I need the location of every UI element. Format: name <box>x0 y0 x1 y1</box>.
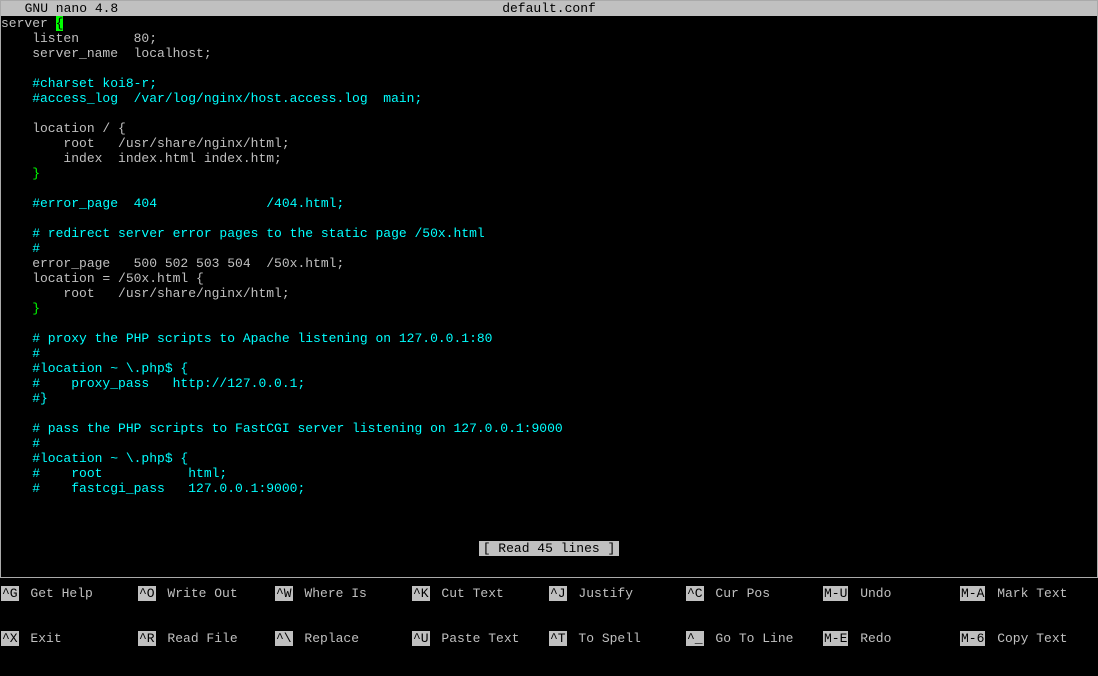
shortcut-label: Where Is <box>297 586 367 601</box>
status-message: [ Read 45 lines ] <box>479 541 620 556</box>
code-line: #charset koi8-r; <box>1 76 1097 91</box>
shortcut-item[interactable]: ^G Get Help <box>1 586 138 601</box>
code-line: root /usr/share/nginx/html; <box>1 286 1097 301</box>
code-line: } <box>1 166 1097 181</box>
shortcut-key: ^T <box>549 631 567 646</box>
code-line: # <box>1 346 1097 361</box>
shortcut-label: Write Out <box>160 586 238 601</box>
code-line: # pass the PHP scripts to FastCGI server… <box>1 421 1097 436</box>
filename: default.conf <box>502 1 596 16</box>
shortcut-item[interactable]: ^J Justify <box>549 586 686 601</box>
shortcut-label: Copy Text <box>989 631 1067 646</box>
editor-area[interactable]: server { listen 80; server_name localhos… <box>1 16 1097 541</box>
shortcut-label: Exit <box>23 631 62 646</box>
shortcut-item[interactable]: M-U Undo <box>823 586 960 601</box>
code-line <box>1 406 1097 421</box>
shortcut-label: Redo <box>852 631 891 646</box>
shortcut-label: Get Help <box>23 586 93 601</box>
shortcut-key: ^K <box>412 586 430 601</box>
code-line: #location ~ \.php$ { <box>1 451 1097 466</box>
shortcut-key: M-A <box>960 586 985 601</box>
code-line <box>1 316 1097 331</box>
code-line: # root html; <box>1 466 1097 481</box>
shortcut-label: Cur Pos <box>708 586 770 601</box>
shortcut-label: Paste Text <box>434 631 520 646</box>
shortcut-key: ^_ <box>686 631 704 646</box>
shortcut-label: Read File <box>160 631 238 646</box>
code-line <box>1 211 1097 226</box>
shortcut-key: ^U <box>412 631 430 646</box>
code-line: # fastcgi_pass 127.0.0.1:9000; <box>1 481 1097 496</box>
shortcut-item[interactable]: ^\ Replace <box>275 631 412 646</box>
shortcut-label: To Spell <box>571 631 641 646</box>
shortcut-label: Replace <box>297 631 359 646</box>
code-line <box>1 106 1097 121</box>
code-line: location / { <box>1 121 1097 136</box>
shortcut-key: ^W <box>275 586 293 601</box>
shortcut-key: ^\ <box>275 631 293 646</box>
shortcut-item[interactable]: ^C Cur Pos <box>686 586 823 601</box>
code-line: #location ~ \.php$ { <box>1 361 1097 376</box>
shortcut-key: ^G <box>1 586 19 601</box>
shortcut-key: ^C <box>686 586 704 601</box>
shortcut-item[interactable]: ^_ Go To Line <box>686 631 823 646</box>
shortcut-item[interactable]: ^W Where Is <box>275 586 412 601</box>
code-line: server_name localhost; <box>1 46 1097 61</box>
code-line: # redirect server error pages to the sta… <box>1 226 1097 241</box>
code-line: #access_log /var/log/nginx/host.access.l… <box>1 91 1097 106</box>
code-line: error_page 500 502 503 504 /50x.html; <box>1 256 1097 271</box>
code-line: server { <box>1 16 1097 31</box>
shortcut-row-2: ^X Exit^R Read File^\ Replace^U Paste Te… <box>1 631 1097 646</box>
shortcut-item[interactable]: M-A Mark Text <box>960 586 1097 601</box>
status-line: [ Read 45 lines ] <box>1 541 1097 556</box>
shortcut-item[interactable]: ^K Cut Text <box>412 586 549 601</box>
shortcut-item[interactable]: ^T To Spell <box>549 631 686 646</box>
shortcut-key: ^O <box>138 586 156 601</box>
shortcut-item[interactable]: ^R Read File <box>138 631 275 646</box>
code-line: #error_page 404 /404.html; <box>1 196 1097 211</box>
code-line: # <box>1 241 1097 256</box>
code-line <box>1 61 1097 76</box>
code-line: # proxy the PHP scripts to Apache listen… <box>1 331 1097 346</box>
code-line: # proxy_pass http://127.0.0.1; <box>1 376 1097 391</box>
code-line: location = /50x.html { <box>1 271 1097 286</box>
shortcut-key: M-6 <box>960 631 985 646</box>
shortcut-bar: ^G Get Help^O Write Out^W Where Is^K Cut… <box>1 556 1097 676</box>
shortcut-label: Undo <box>852 586 891 601</box>
shortcut-key: M-E <box>823 631 848 646</box>
code-line <box>1 181 1097 196</box>
code-line: #} <box>1 391 1097 406</box>
titlebar: GNU nano 4.8 default.conf <box>1 1 1097 16</box>
code-line: index index.html index.htm; <box>1 151 1097 166</box>
shortcut-label: Justify <box>571 586 633 601</box>
code-line: listen 80; <box>1 31 1097 46</box>
shortcut-label: Mark Text <box>989 586 1067 601</box>
shortcut-key: M-U <box>823 586 848 601</box>
code-line: root /usr/share/nginx/html; <box>1 136 1097 151</box>
shortcut-item[interactable]: M-6 Copy Text <box>960 631 1097 646</box>
cursor: { <box>56 16 64 31</box>
app-name: GNU nano 4.8 <box>1 1 118 16</box>
shortcut-label: Go To Line <box>708 631 794 646</box>
shortcut-item[interactable]: M-E Redo <box>823 631 960 646</box>
shortcut-label: Cut Text <box>434 586 504 601</box>
shortcut-key: ^R <box>138 631 156 646</box>
shortcut-item[interactable]: ^O Write Out <box>138 586 275 601</box>
shortcut-item[interactable]: ^U Paste Text <box>412 631 549 646</box>
shortcut-key: ^X <box>1 631 19 646</box>
shortcut-item[interactable]: ^X Exit <box>1 631 138 646</box>
code-line: } <box>1 301 1097 316</box>
shortcut-row-1: ^G Get Help^O Write Out^W Where Is^K Cut… <box>1 586 1097 601</box>
code-line: # <box>1 436 1097 451</box>
shortcut-key: ^J <box>549 586 567 601</box>
